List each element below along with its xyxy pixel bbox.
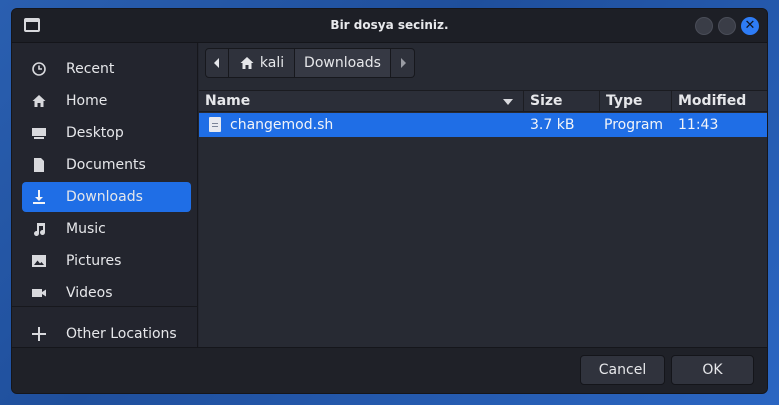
column-header-label: Size (530, 93, 563, 109)
picture-icon (31, 253, 47, 269)
sidebar-item-label: Desktop (66, 125, 124, 141)
sidebar-item-label: Home (66, 93, 108, 109)
sidebar-item-desktop[interactable]: Desktop (22, 118, 191, 148)
places-sidebar: Recent Home Desktop Documents Downloads (12, 43, 198, 347)
sidebar-item-pictures[interactable]: Pictures (22, 246, 191, 276)
path-segment-label: kali (259, 55, 285, 71)
column-header-size[interactable]: Size (524, 91, 600, 112)
sidebar-item-label: Documents (66, 157, 146, 173)
path-back-button[interactable] (205, 48, 229, 78)
file-modified: 11:43 (678, 117, 719, 133)
column-header-name[interactable]: Name (199, 91, 524, 112)
sidebar-item-music[interactable]: Music (22, 214, 191, 244)
path-segment-downloads[interactable]: Downloads (295, 48, 391, 78)
close-button[interactable]: ✕ (741, 17, 759, 35)
file-name: changemod.sh (230, 117, 334, 133)
path-segment-label: Downloads (304, 55, 381, 71)
sort-descending-icon (503, 99, 513, 105)
file-list: Name Size Type Modified changemod.sh 3.7… (199, 90, 767, 137)
home-icon (31, 93, 47, 109)
desktop-icon (31, 125, 47, 141)
column-header-label: Name (205, 93, 251, 109)
dialog-footer: Cancel OK (12, 347, 767, 393)
column-header-type[interactable]: Type (600, 91, 672, 112)
home-icon (240, 57, 254, 69)
column-header-label: Type (606, 93, 643, 109)
maximize-button[interactable] (718, 17, 736, 35)
column-header-modified[interactable]: Modified (672, 91, 767, 112)
sidebar-item-other-locations[interactable]: Other Locations (22, 319, 191, 349)
sidebar-item-label: Downloads (66, 189, 143, 205)
file-browser: kali Downloads Name Size Type Modified c… (199, 43, 767, 347)
path-forward-button[interactable] (391, 48, 415, 78)
ok-button[interactable]: OK (671, 355, 754, 385)
table-row[interactable]: changemod.sh 3.7 kB Program 11:43 (199, 113, 767, 137)
dialog-title: Bir dosya seciniz. (330, 18, 449, 32)
file-chooser-dialog: Bir dosya seciniz. ✕ Recent Home Desktop (11, 8, 768, 394)
sidebar-item-label: Music (66, 221, 106, 237)
path-bar: kali Downloads (205, 48, 415, 78)
file-size: 3.7 kB (530, 117, 575, 133)
path-segment-home[interactable]: kali (229, 48, 295, 78)
column-header-label: Modified (678, 93, 747, 109)
file-list-header: Name Size Type Modified (199, 90, 767, 112)
sidebar-item-home[interactable]: Home (22, 86, 191, 116)
script-file-icon (209, 117, 221, 132)
chevron-left-icon (214, 58, 219, 68)
video-icon (31, 285, 47, 301)
cancel-button[interactable]: Cancel (580, 355, 665, 385)
document-icon (31, 157, 47, 173)
sidebar-item-downloads[interactable]: Downloads (22, 182, 191, 212)
close-icon: ✕ (744, 18, 756, 33)
clock-icon (31, 61, 47, 77)
sidebar-item-videos[interactable]: Videos (22, 278, 191, 308)
chevron-right-icon (400, 58, 406, 68)
download-icon (31, 189, 47, 205)
sidebar-separator (12, 306, 198, 307)
sidebar-item-label: Recent (66, 61, 115, 77)
sidebar-item-label: Other Locations (66, 326, 177, 342)
music-icon (31, 221, 47, 237)
minimize-button[interactable] (695, 17, 713, 35)
sidebar-item-label: Videos (66, 285, 113, 301)
title-bar: Bir dosya seciniz. ✕ (12, 9, 767, 43)
sidebar-item-documents[interactable]: Documents (22, 150, 191, 180)
sidebar-item-label: Pictures (66, 253, 122, 269)
plus-icon (31, 326, 47, 342)
file-type: Program (604, 117, 664, 133)
sidebar-item-recent[interactable]: Recent (22, 54, 191, 84)
